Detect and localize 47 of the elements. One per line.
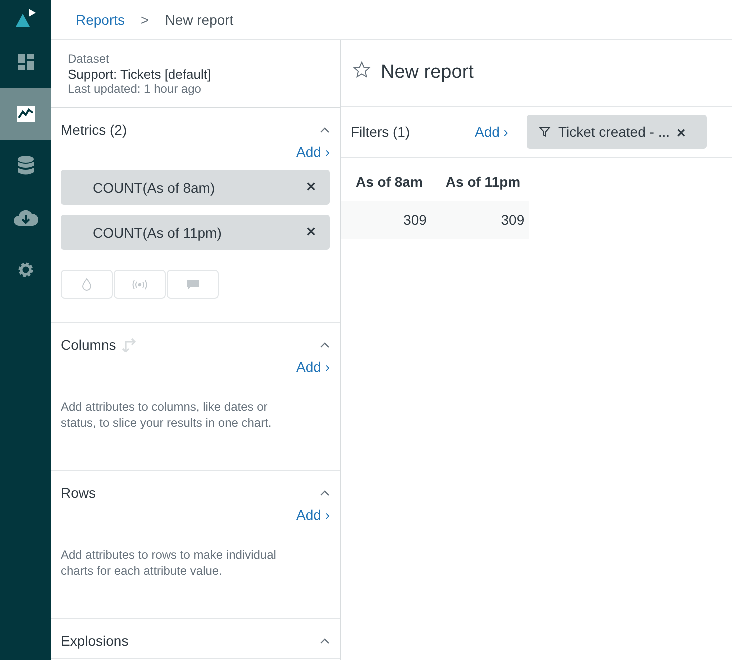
broadcast-icon [132,280,148,290]
breadcrumb-current: New report [165,12,234,28]
settings-icon[interactable] [16,261,34,279]
metric-label: COUNT(As of 8am) [93,180,216,196]
add-link[interactable]: Add › [296,144,330,160]
logo-icon[interactable] [14,7,36,29]
dataset-name: Support: Tickets [default] [68,68,212,81]
dataset-updated: Last updated: 1 hour ago [68,83,202,96]
remove-icon[interactable]: × [306,224,316,242]
breadcrumb-separator: > [141,12,150,28]
filter-icon [539,126,552,138]
filter-label: Ticket created - ... [558,124,670,140]
add-link[interactable]: Add › [296,507,330,523]
metric-chip[interactable]: COUNT(As of 8am) × [61,170,330,205]
table-cell: 309 [430,201,529,239]
section-hint: Add attributes to columns, like dates or status, to slice your results in one chart. [61,399,273,431]
filter-chip[interactable]: Ticket created - ... × [527,115,708,149]
chart-icon[interactable] [16,106,34,122]
chevron-up-icon[interactable] [320,342,330,348]
star-icon[interactable] [353,61,371,79]
add-link[interactable]: Add › [296,359,330,375]
section-title: Columns [61,337,116,353]
comment-icon [186,278,200,290]
report-title: New report [381,62,474,84]
metric-label: COUNT(As of 11pm) [93,224,222,240]
remove-icon[interactable]: × [306,178,316,196]
section-title: Explosions [61,633,129,649]
dashboard-icon[interactable] [16,53,34,71]
cloud-download-icon[interactable] [14,209,38,227]
section-title: Rows [61,485,96,501]
breadcrumb-link[interactable]: Reports [76,12,126,28]
metric-chip[interactable]: COUNT(As of 11pm) × [61,215,330,250]
column-header: As of 11pm [430,167,529,201]
nav-item[interactable] [0,88,51,140]
drop-icon [82,278,92,291]
dataset-label: Dataset [68,53,110,66]
section-title: Metrics (2) [61,122,128,138]
column-header: As of 8am [341,167,431,201]
chevron-up-icon[interactable] [320,638,330,644]
chevron-up-icon[interactable] [320,127,330,133]
chevron-up-icon[interactable] [320,490,330,496]
remove-icon[interactable]: × [676,125,686,142]
filters-label: Filters (1) [351,124,412,140]
section-hint: Add attributes to rows to make individual charts for each attribute value. [61,547,278,579]
database-icon[interactable] [18,156,34,176]
table-cell: 309 [341,201,431,239]
add-link[interactable]: Add › [475,124,508,140]
